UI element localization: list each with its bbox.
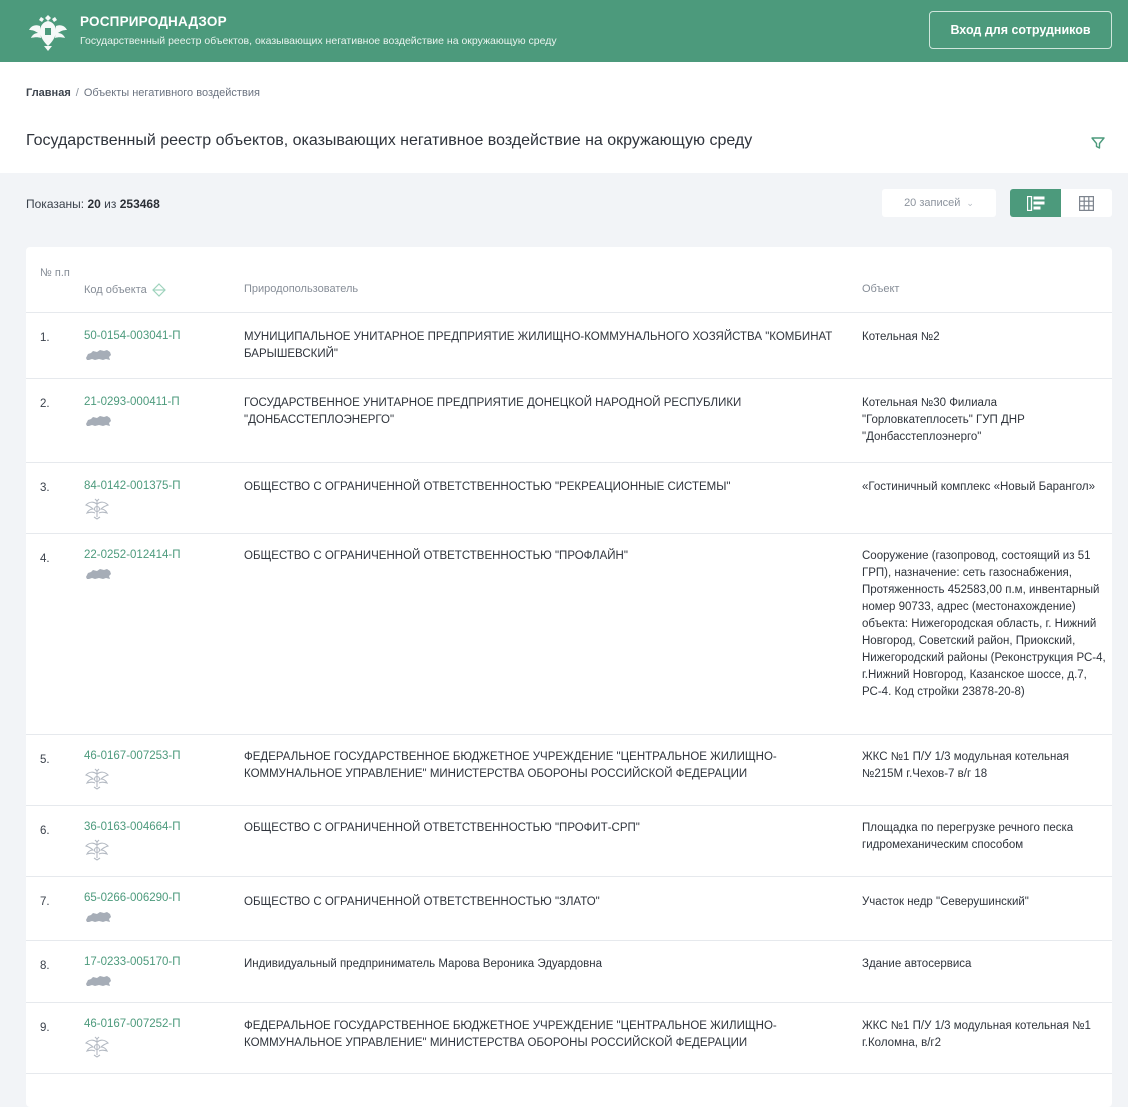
russia-map-icon bbox=[86, 912, 111, 922]
row-object: Котельная №2 bbox=[862, 331, 940, 343]
row-user: Индивидуальный предприниматель Марова Ве… bbox=[244, 958, 603, 970]
row-user: ФЕДЕРАЛЬНОЕ ГОСУДАРСТВЕННОЕ БЮДЖЕТНОЕ УЧ… bbox=[244, 751, 777, 780]
row-code-cell: 21-0293-000411-П bbox=[84, 395, 180, 428]
row-number: 9. bbox=[40, 1022, 50, 1034]
table-row[interactable]: 6. 36-0163-004664-П ОБЩЕСТВО С ОГРАНИЧЕН… bbox=[26, 806, 1112, 877]
breadcrumb-current: Объекты негативного воздействия bbox=[83, 87, 260, 99]
row-object: Сооружение (газопровод, состоящий из 51 … bbox=[862, 550, 1106, 698]
row-user: ГОСУДАРСТВЕННОЕ УНИТАРНОЕ ПРЕДПРИЯТИЕ ДО… bbox=[244, 397, 742, 426]
registry-table: № п.п Код объекта Природопользователь Об… bbox=[26, 247, 1112, 1107]
object-code-link[interactable]: 50-0154-003041-П bbox=[84, 329, 181, 343]
russia-map-icon bbox=[86, 976, 111, 986]
row-user: МУНИЦИПАЛЬНОЕ УНИТАРНОЕ ПРЕДПРИЯТИЕ ЖИЛИ… bbox=[244, 331, 833, 360]
russia-map-icon bbox=[86, 350, 111, 360]
table-row[interactable]: 9. 46-0167-007252-П ФЕДЕРАЛЬНОЕ ГОСУДАРС… bbox=[26, 1003, 1112, 1074]
row-user: ОБЩЕСТВО С ОГРАНИЧЕННОЙ ОТВЕТСТВЕННОСТЬЮ… bbox=[244, 896, 600, 908]
coat-of-arms-icon[interactable] bbox=[26, 9, 70, 53]
row-code-cell: 36-0163-004664-П bbox=[84, 820, 181, 861]
row-code-cell: 22-0252-012414-П bbox=[84, 548, 181, 581]
row-code-cell: 46-0167-007252-П bbox=[84, 1017, 181, 1058]
column-header-object: Объект bbox=[862, 283, 900, 295]
row-object: ЖКС №1 П/У 1/3 модульная котельная №1 г.… bbox=[862, 1020, 1091, 1049]
object-code-link[interactable]: 65-0266-006290-П bbox=[84, 891, 181, 905]
row-user: ОБЩЕСТВО С ОГРАНИЧЕННОЙ ОТВЕТСТВЕННОСТЬЮ… bbox=[244, 550, 628, 562]
russia-map-icon bbox=[86, 569, 111, 579]
object-code-link[interactable]: 46-0167-007253-П bbox=[84, 749, 181, 763]
eagle-emblem-icon bbox=[84, 768, 110, 790]
object-code-link[interactable]: 17-0233-005170-П bbox=[84, 955, 181, 969]
grid-view-icon bbox=[1079, 195, 1094, 211]
row-user: ОБЩЕСТВО С ОГРАНИЧЕННОЙ ОТВЕТСТВЕННОСТЬЮ… bbox=[244, 822, 640, 834]
column-header-user: Природопользователь bbox=[244, 283, 359, 295]
row-object: ЖКС №1 П/У 1/3 модульная котельная №215М… bbox=[862, 751, 1070, 780]
row-code-cell: 50-0154-003041-П bbox=[84, 329, 181, 362]
per-page-value: 20 записей bbox=[904, 197, 961, 209]
table-row[interactable]: 3. 84-0142-001375-П ОБЩЕСТВО С ОГРАНИЧЕН… bbox=[26, 463, 1112, 534]
row-code-cell: 46-0167-007253-П bbox=[84, 749, 181, 790]
sort-icon[interactable] bbox=[151, 283, 166, 297]
shown-count: 20 bbox=[87, 197, 101, 211]
shown-total: 253468 bbox=[119, 197, 160, 211]
russia-map-icon bbox=[86, 416, 111, 426]
row-user: ФЕДЕРАЛЬНОЕ ГОСУДАРСТВЕННОЕ БЮДЖЕТНОЕ УЧ… bbox=[244, 1020, 777, 1049]
eagle-emblem-icon bbox=[84, 498, 110, 520]
row-number: 1. bbox=[40, 332, 50, 344]
list-view-icon bbox=[1026, 195, 1044, 211]
staff-login-button[interactable]: Вход для сотрудников bbox=[929, 11, 1112, 49]
list-toolbar: Показаны: 20 из 253468 20 записей ⌄ bbox=[0, 173, 1128, 247]
eagle-emblem-icon bbox=[84, 839, 110, 861]
eagle-emblem-icon bbox=[84, 1036, 110, 1058]
table-row[interactable]: 7. 65-0266-006290-П ОБЩЕСТВО С ОГРАНИЧЕН… bbox=[26, 877, 1112, 941]
breadcrumb-separator: / bbox=[75, 87, 79, 99]
column-header-code[interactable]: Код объекта bbox=[84, 283, 166, 297]
row-code-cell: 17-0233-005170-П bbox=[84, 955, 181, 988]
object-code-link[interactable]: 46-0167-007252-П bbox=[84, 1017, 181, 1031]
grid-view-button[interactable] bbox=[1061, 189, 1112, 217]
row-number: 8. bbox=[40, 960, 50, 972]
breadcrumb-home-link[interactable]: Главная bbox=[26, 87, 71, 99]
shown-counter: Показаны: 20 из 253468 bbox=[26, 197, 160, 211]
row-object: Здание автосервиса bbox=[862, 958, 972, 970]
row-code-cell: 84-0142-001375-П bbox=[84, 479, 181, 520]
table-row[interactable]: 5. 46-0167-007253-П ФЕДЕРАЛЬНОЕ ГОСУДАРС… bbox=[26, 735, 1112, 806]
row-number: 3. bbox=[40, 482, 50, 494]
shown-label: Показаны: bbox=[26, 197, 85, 211]
row-number: 2. bbox=[40, 398, 50, 410]
object-code-link[interactable]: 36-0163-004664-П bbox=[84, 820, 181, 834]
brand-subtitle: Государственный реестр объектов, оказыва… bbox=[80, 35, 557, 47]
row-number: 7. bbox=[40, 896, 50, 908]
page-top: Главная / Объекты негативного воздействия … bbox=[0, 62, 1128, 173]
object-code-link[interactable]: 21-0293-000411-П bbox=[84, 395, 180, 409]
object-code-link[interactable]: 22-0252-012414-П bbox=[84, 548, 181, 562]
row-number: 5. bbox=[40, 754, 50, 766]
table-row[interactable]: 8. 17-0233-005170-П Индивидуальный предп… bbox=[26, 941, 1112, 1003]
object-code-link[interactable]: 84-0142-001375-П bbox=[84, 479, 181, 493]
filter-icon[interactable] bbox=[1090, 135, 1106, 151]
brand-block[interactable]: РОСПРИРОДНАДЗОР Государственный реестр о… bbox=[80, 13, 557, 49]
shown-of: из bbox=[104, 197, 117, 211]
table-row[interactable]: 4. 22-0252-012414-П ОБЩЕСТВО С ОГРАНИЧЕН… bbox=[26, 534, 1112, 735]
table-row[interactable]: 2. 21-0293-000411-П ГОСУДАРСТВЕННОЕ УНИТ… bbox=[26, 379, 1112, 463]
table-header: № п.п Код объекта Природопользователь Об… bbox=[26, 247, 1112, 313]
page-title: Государственный реестр объектов, оказыва… bbox=[26, 132, 753, 149]
table-row[interactable]: 1. 50-0154-003041-П МУНИЦИПАЛЬНОЕ УНИТАР… bbox=[26, 313, 1112, 379]
row-object: Котельная №30 Филиала "Горловкатеплосеть… bbox=[862, 397, 1025, 443]
row-object: «Гостиничный комплекс «Новый Барангол» bbox=[862, 481, 1095, 493]
row-code-cell: 65-0266-006290-П bbox=[84, 891, 181, 924]
row-object: Площадка по перегрузке речного песка гид… bbox=[862, 822, 1074, 851]
column-header-number: № п.п bbox=[40, 267, 70, 279]
row-number: 4. bbox=[40, 553, 50, 565]
brand-name: РОСПРИРОДНАДЗОР bbox=[80, 14, 227, 29]
row-number: 6. bbox=[40, 825, 50, 837]
chevron-down-icon: ⌄ bbox=[966, 197, 974, 208]
per-page-select[interactable]: 20 записей ⌄ bbox=[882, 189, 996, 217]
row-user: ОБЩЕСТВО С ОГРАНИЧЕННОЙ ОТВЕТСТВЕННОСТЬЮ… bbox=[244, 481, 731, 493]
site-header: РОСПРИРОДНАДЗОР Государственный реестр о… bbox=[0, 0, 1128, 62]
list-view-button[interactable] bbox=[1010, 189, 1061, 217]
breadcrumb: Главная / Объекты негативного воздействия bbox=[26, 87, 260, 99]
column-header-code-label: Код объекта bbox=[84, 284, 147, 296]
row-object: Участок недр "Северушинский" bbox=[862, 896, 1029, 908]
